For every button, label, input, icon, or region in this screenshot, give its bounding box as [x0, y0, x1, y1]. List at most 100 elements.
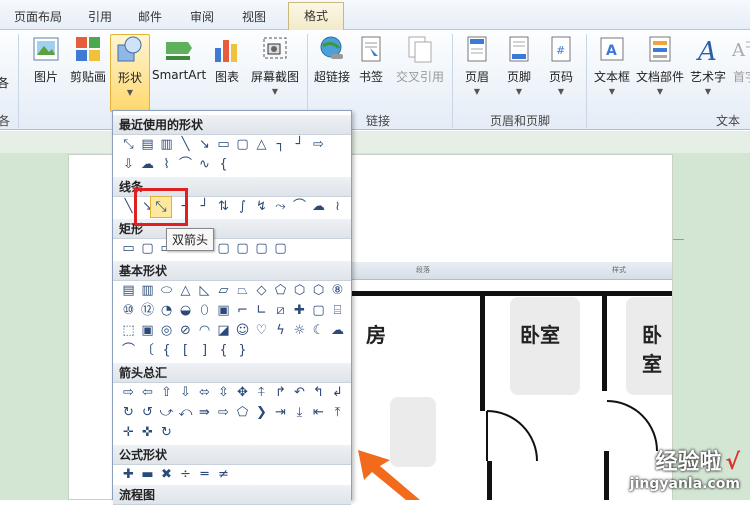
shape-up-arrow-icon[interactable]: ⇧ — [157, 383, 176, 403]
shape-left-arrow-icon[interactable]: ⇦ — [138, 383, 157, 403]
shape-round-rect-icon[interactable]: ▢ — [214, 239, 233, 259]
shape-left-callout-icon[interactable]: ⇤ — [309, 403, 328, 423]
shape-double-arrow-icon[interactable]: ⤡ — [119, 135, 138, 155]
chart-button[interactable]: 图表 — [210, 34, 244, 85]
shape-parallelogram-icon[interactable]: ▱ — [214, 281, 233, 301]
shape-curved-right-arrow-icon[interactable]: ↻ — [119, 403, 138, 423]
shape-minus-icon[interactable]: ▬ — [138, 465, 157, 485]
shape-pie-icon[interactable]: ◔ — [157, 301, 176, 321]
shape-sun-icon[interactable]: ☼ — [290, 321, 309, 341]
shape-curve-icon[interactable]: ∿ — [195, 155, 214, 175]
shape-circular-arrow-icon[interactable]: ↻ — [157, 423, 176, 443]
shape-textbox-icon[interactable]: ▤ — [119, 281, 138, 301]
shape-right-triangle-icon[interactable]: ◺ — [195, 281, 214, 301]
shape-cloud-icon[interactable]: ☁ — [328, 321, 347, 341]
shape-round-rect-icon[interactable]: ▢ — [271, 239, 290, 259]
shape-curved-icon[interactable]: ∫ — [233, 197, 252, 217]
shapes-button[interactable]: 形状 ▼ — [110, 34, 150, 112]
textbox-button[interactable]: A 文本框 ▼ — [592, 34, 632, 96]
shape-pentagon-icon[interactable]: ⬠ — [271, 281, 290, 301]
shape-donut-icon[interactable]: ◎ — [157, 321, 176, 341]
shape-cloud-icon[interactable]: ☁ — [138, 155, 157, 175]
tab-page-layout[interactable]: 页面布局 — [8, 6, 68, 28]
tab-mailings[interactable]: 邮件 — [132, 6, 168, 28]
smartart-button[interactable]: SmartArt — [152, 34, 206, 82]
bookmark-button[interactable]: 书签 — [356, 34, 386, 85]
shape-curved-left-arrow-icon[interactable]: ↺ — [138, 403, 157, 423]
shape-line-icon[interactable]: ╲ — [176, 135, 195, 155]
shape-equal-icon[interactable]: ═ — [195, 465, 214, 485]
shape-rectangle-icon[interactable]: ▭ — [119, 239, 138, 259]
shape-arc-icon[interactable]: ⌒ — [119, 341, 138, 361]
shape-rectangle-icon[interactable]: ▭ — [214, 135, 233, 155]
shape-arc-icon[interactable]: ⌒ — [176, 155, 195, 175]
tab-view[interactable]: 视图 — [234, 6, 274, 28]
shape-elbow-arrow-icon[interactable]: ┘ — [290, 135, 309, 155]
shape-plaque-icon[interactable]: ▢ — [309, 301, 328, 321]
shape-down-callout-icon[interactable]: ⤓ — [290, 403, 309, 423]
wordart-button[interactable]: A 艺术字 ▼ — [688, 34, 728, 96]
clipart-button[interactable]: 剪贴画 — [66, 34, 110, 85]
shape-right-arrow-icon[interactable]: ⇨ — [309, 135, 328, 155]
shape-frame-icon[interactable]: ▣ — [214, 301, 233, 321]
shape-lightning-icon[interactable]: ϟ — [271, 321, 290, 341]
shape-cross-icon[interactable]: ✚ — [290, 301, 309, 321]
shape-half-frame-icon[interactable]: ⌐ — [233, 301, 252, 321]
shape-round-rect-icon[interactable]: ▢ — [252, 239, 271, 259]
tab-format[interactable]: 格式 — [288, 2, 344, 30]
shape-textbox-icon[interactable]: ▤ — [138, 135, 157, 155]
shape-left-brace-icon[interactable]: { — [214, 341, 233, 361]
shape-freeform-icon[interactable]: ☁ — [309, 197, 328, 217]
header-button[interactable]: 页眉 ▼ — [460, 34, 494, 96]
shape-elbow-arrow-icon[interactable]: ┘ — [195, 197, 214, 217]
shape-left-bracket-icon[interactable]: [ — [176, 341, 195, 361]
shape-not-equal-icon[interactable]: ≠ — [214, 465, 233, 485]
shape-bent-up-arrow-icon[interactable]: ↲ — [328, 383, 347, 403]
shape-left-right-up-arrow-icon[interactable]: ⍏ — [252, 383, 271, 403]
shape-bracket-pair-icon[interactable]: 〔 — [138, 341, 157, 361]
shape-rounded-rect-icon[interactable]: ▢ — [138, 239, 157, 259]
shape-vertical-textbox-icon[interactable]: ▥ — [157, 135, 176, 155]
shape-diamond-icon[interactable]: ◇ — [252, 281, 271, 301]
shape-right-arrow-icon[interactable]: ⇨ — [119, 383, 138, 403]
shape-no-symbol-icon[interactable]: ⊘ — [176, 321, 195, 341]
shape-folded-corner-icon[interactable]: ◪ — [214, 321, 233, 341]
shape-left-right-arrow-icon[interactable]: ⬄ — [195, 383, 214, 403]
shape-can-icon[interactable]: ⌸ — [328, 301, 347, 321]
shape-right-bracket-icon[interactable]: ] — [195, 341, 214, 361]
shape-brace-icon[interactable]: { — [214, 155, 233, 175]
shape-pentagon-arrow-icon[interactable]: ⬠ — [233, 403, 252, 423]
shape-octagon-icon[interactable]: ⑧ — [328, 281, 347, 301]
shape-moon-icon[interactable]: ☾ — [309, 321, 328, 341]
shape-l-shape-icon[interactable]: ∟ — [252, 301, 271, 321]
picture-button[interactable]: 图片 — [26, 34, 66, 85]
shape-multiply-icon[interactable]: ✖ — [157, 465, 176, 485]
shape-trapezoid-icon[interactable]: ⏢ — [233, 281, 252, 301]
footer-button[interactable]: 页脚 ▼ — [502, 34, 536, 96]
shape-chevron-icon[interactable]: ❯ — [252, 403, 271, 423]
shape-up-callout-icon[interactable]: ⤒ — [328, 403, 347, 423]
shape-triangle-icon[interactable]: △ — [252, 135, 271, 155]
shape-curved-down-arrow-icon[interactable]: ⤺ — [176, 403, 195, 423]
shape-quad-callout-icon[interactable]: ✜ — [138, 423, 157, 443]
tab-references[interactable]: 引用 — [82, 6, 118, 28]
shape-chord-icon[interactable]: ◒ — [176, 301, 195, 321]
shape-curved-double-arrow-icon[interactable]: ⤳ — [271, 197, 290, 217]
cross-reference-button[interactable]: 交叉引用 — [392, 34, 448, 85]
shape-dodecagon-icon[interactable]: ⑫ — [138, 301, 157, 321]
shape-diagonal-stripe-icon[interactable]: ⧄ — [271, 301, 290, 321]
hyperlink-button[interactable]: 超链接 — [312, 34, 352, 85]
shape-smiley-icon[interactable]: ☺ — [233, 321, 252, 341]
shape-right-brace-icon[interactable]: } — [233, 341, 252, 361]
shape-heptagon-icon[interactable]: ⬡ — [309, 281, 328, 301]
shape-scribble-icon[interactable]: ≀ — [328, 197, 347, 217]
tab-review[interactable]: 审阅 — [184, 6, 220, 28]
shape-heart-icon[interactable]: ♡ — [252, 321, 271, 341]
quick-parts-button[interactable]: 文档部件 ▼ — [634, 34, 686, 96]
partial-left-button[interactable]: 各 — [0, 74, 10, 91]
shape-left-right-callout-icon[interactable]: ✛ — [119, 423, 138, 443]
shape-vertical-textbox-icon[interactable]: ▥ — [138, 281, 157, 301]
shape-divide-icon[interactable]: ÷ — [176, 465, 195, 485]
shape-down-arrow-icon[interactable]: ⇩ — [119, 155, 138, 175]
shape-hexagon-icon[interactable]: ⬡ — [290, 281, 309, 301]
